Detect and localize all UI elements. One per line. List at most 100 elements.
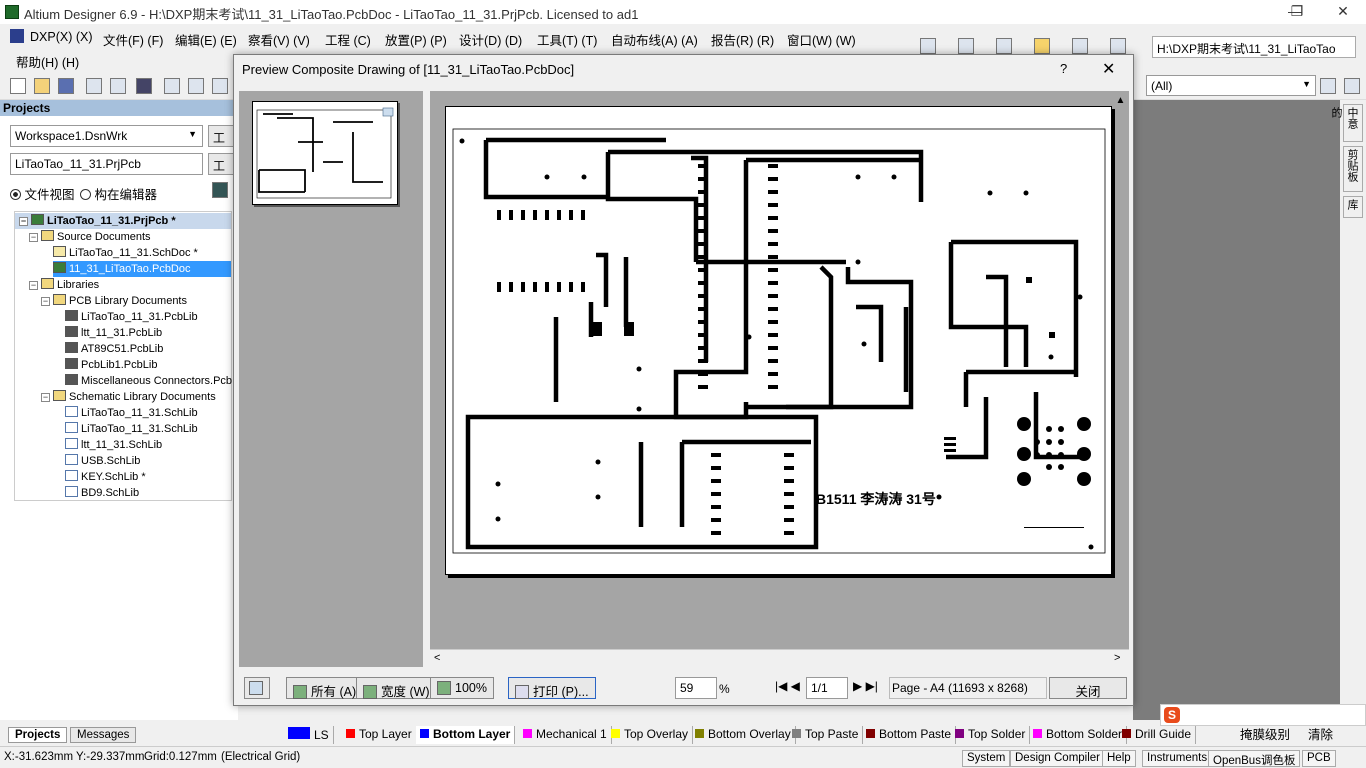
panel-tab-clipboard[interactable]: 剪贴板 <box>1343 146 1363 192</box>
dialog-close-icon[interactable]: ✕ <box>1102 59 1115 79</box>
layer-tab-ls[interactable]: LS <box>284 726 334 744</box>
menu-design[interactable]: 设计(D) (D) <box>459 30 522 49</box>
zoom-area-icon[interactable] <box>188 78 204 94</box>
panel-button-design-compiler[interactable]: Design Compiler <box>1010 750 1106 767</box>
filter-clear-icon[interactable] <box>1344 78 1360 94</box>
scroll-left-icon[interactable]: < <box>434 652 440 664</box>
tab-messages[interactable]: Messages <box>70 727 137 743</box>
layer-tab-bottom-paste[interactable]: Bottom Paste <box>862 726 957 744</box>
align-icon[interactable] <box>958 38 974 54</box>
place-icon[interactable] <box>996 38 1012 54</box>
first-page-icon[interactable]: |◀ ◀ <box>775 679 800 693</box>
clear-button[interactable]: 清除 <box>1308 724 1333 743</box>
radio-file-view[interactable]: 文件视图 <box>10 184 75 203</box>
next-page-icon[interactable]: ▶ ▶| <box>853 679 878 693</box>
tree-item-schlib[interactable]: BD9.SchLib <box>65 485 139 501</box>
dialog-close-button[interactable]: 关闭 <box>1049 677 1127 699</box>
tree-item-pcblib[interactable]: PcbLib1.PcbLib <box>65 357 157 373</box>
project-field[interactable]: LiTaoTao_11_31.PrjPcb <box>10 153 203 175</box>
dialog-help-button[interactable]: ? <box>1060 61 1067 76</box>
zoom-icon[interactable] <box>164 78 180 94</box>
tree-item-pcblib[interactable]: Miscellaneous Connectors.Pcb <box>65 373 232 389</box>
room-icon[interactable] <box>1072 38 1088 54</box>
tab-projects[interactable]: Projects <box>8 727 68 743</box>
tree-item-schdoc[interactable]: LiTaoTao_11_31.SchDoc * <box>53 245 198 261</box>
layer-tab-bottom-solder[interactable]: Bottom Solder <box>1029 726 1128 744</box>
project-options-icon[interactable] <box>212 182 228 198</box>
zoom-100-button[interactable]: 100% <box>430 677 494 699</box>
thumbnail-toggle-button[interactable] <box>244 677 270 699</box>
save-icon[interactable] <box>58 78 74 94</box>
tree-item-libraries[interactable]: − Libraries <box>29 277 99 293</box>
workspace-combo[interactable]: Workspace1.DsnWrk ▼ <box>10 125 203 147</box>
tree-item-source-docs[interactable]: − Source Documents <box>29 229 151 245</box>
pcb-workspace[interactable] <box>1133 100 1340 720</box>
filter-combo[interactable]: (All) ▼ <box>1146 75 1316 96</box>
fit-width-button[interactable]: 宽度 (W) <box>356 677 437 699</box>
layer-tab-bottom-overlay[interactable]: Bottom Overlay <box>691 726 796 744</box>
menu-help[interactable]: 帮助(H) (H) <box>16 52 79 71</box>
menu-project[interactable]: 工程 (C) <box>325 30 371 49</box>
open-folder-icon[interactable] <box>34 78 50 94</box>
ime-toolbar[interactable]: S <box>1160 704 1366 726</box>
layer-tab-top-overlay[interactable]: Top Overlay <box>607 726 694 744</box>
tree-item-schlib[interactable]: ltt_11_31.SchLib <box>65 437 162 453</box>
dimension-icon[interactable] <box>1034 38 1050 54</box>
panel-tab-library[interactable]: 库 <box>1343 196 1363 218</box>
layer-tab-bottom-layer[interactable]: Bottom Layer <box>416 726 516 744</box>
path-combo[interactable]: H:\DXP期末考试\11_31_LiTaoTao <box>1152 36 1356 58</box>
layer-tab-mechanical-1[interactable]: Mechanical 1 <box>519 726 612 744</box>
tree-item-schlib[interactable]: LiTaoTao_11_31.SchLib <box>65 405 198 421</box>
panel-button-pcb[interactable]: PCB <box>1302 750 1336 767</box>
layer-tab-top-solder[interactable]: Top Solder <box>951 726 1031 744</box>
zoom-percent-field[interactable]: 59 <box>675 677 717 699</box>
menu-edit[interactable]: 编辑(E) (E) <box>175 30 237 49</box>
tree-item-pcblib[interactable]: AT89C51.PcbLib <box>65 341 163 357</box>
tree-item-pcb-lib-docs[interactable]: − PCB Library Documents <box>41 293 187 309</box>
scroll-up-icon[interactable]: ▲ <box>1112 91 1129 111</box>
tree-item-pcbdoc[interactable]: 11_31_LiTaoTao.PcbDoc <box>53 261 231 277</box>
panel-button-instruments[interactable]: Instruments <box>1142 750 1213 767</box>
layers-icon[interactable] <box>136 78 152 94</box>
layer-tab-top-layer[interactable]: Top Layer <box>342 726 417 744</box>
menu-reports[interactable]: 报告(R) (R) <box>711 30 774 49</box>
layer-tab-drill-guide[interactable]: Drill Guide <box>1118 726 1197 744</box>
new-file-icon[interactable] <box>10 78 26 94</box>
tree-item-pcblib[interactable]: LiTaoTao_11_31.PcbLib <box>65 309 198 325</box>
restore-button[interactable]: ❐ <box>1274 0 1320 24</box>
menu-file[interactable]: 文件(F) (F) <box>103 30 163 49</box>
fit-all-button[interactable]: 所有 (A) <box>286 677 364 699</box>
page-number-field[interactable]: 1/1 <box>806 677 848 699</box>
radio-struct-editor[interactable]: 构在编辑器 <box>80 184 157 203</box>
filter-apply-icon[interactable] <box>1320 78 1336 94</box>
tree-item-project[interactable]: − LiTaoTao_11_31.PrjPcb * <box>15 213 231 229</box>
project-button[interactable]: 工 <box>208 153 236 175</box>
tree-item-schlib[interactable]: LiTaoTao_11_31.SchLib <box>65 421 198 437</box>
panel-button-help[interactable]: Help <box>1102 750 1136 767</box>
layer-tab-top-paste[interactable]: Top Paste <box>788 726 864 744</box>
page-thumbnail[interactable] <box>252 101 398 205</box>
browse-icon[interactable] <box>212 78 228 94</box>
grid-icon[interactable] <box>1110 38 1126 54</box>
menu-autoroute[interactable]: 自动布线(A) (A) <box>611 30 698 49</box>
panel-tab-favorites[interactable]: 中意的 <box>1330 104 1363 142</box>
menu-place[interactable]: 放置(P) (P) <box>385 30 447 49</box>
close-window-button[interactable]: ✕ <box>1320 0 1366 24</box>
scroll-right-icon[interactable]: > <box>1114 652 1120 664</box>
mask-level-label[interactable]: 掩膜级别 <box>1240 724 1290 743</box>
route-icon[interactable] <box>920 38 936 54</box>
menu-dxp[interactable]: DXP(X) (X) <box>30 30 93 44</box>
panel-button-openbus[interactable]: OpenBus调色板 <box>1208 750 1301 767</box>
tree-item-sch-lib-docs[interactable]: − Schematic Library Documents <box>41 389 216 405</box>
panel-button-system[interactable]: System <box>962 750 1011 767</box>
print-icon[interactable] <box>86 78 102 94</box>
menu-tools[interactable]: 工具(T) (T) <box>537 30 597 49</box>
print-button[interactable]: 打印 (P)... <box>508 677 596 699</box>
menu-view[interactable]: 察看(V) (V) <box>248 30 310 49</box>
print-preview-icon[interactable] <box>110 78 126 94</box>
preview-horizontal-scrollbar[interactable]: < > <box>430 649 1129 667</box>
tree-item-pcblib[interactable]: ltt_11_31.PcbLib <box>65 325 162 341</box>
workspace-button[interactable]: 工 <box>208 125 236 147</box>
tree-item-schlib[interactable]: KEY.SchLib * <box>65 469 146 485</box>
tree-item-schlib[interactable]: USB.SchLib <box>65 453 140 469</box>
